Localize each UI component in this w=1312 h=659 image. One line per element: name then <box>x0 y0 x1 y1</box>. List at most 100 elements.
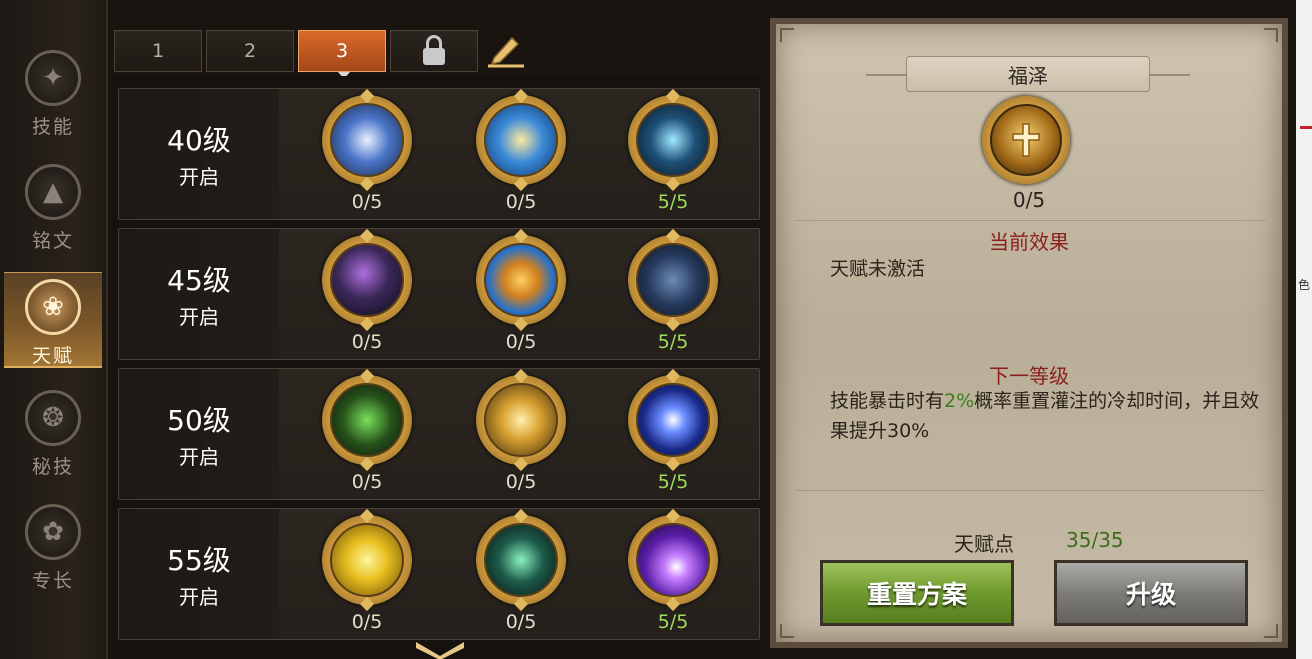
browser-edge <box>1296 0 1312 659</box>
talent-grid: 40级 开启 0/5 0/5 5/5 45级 开启 0/5 0/5 5/5 50… <box>112 76 762 659</box>
talent-row: 50级 开启 0/5 0/5 5/5 <box>118 368 760 500</box>
talent-progress: 0/5 <box>505 331 537 353</box>
reset-plan-button[interactable]: 重置方案 <box>820 560 1014 626</box>
shadow-figure-icon <box>636 103 710 177</box>
level-label: 55级 <box>167 543 231 577</box>
nav-item-label: 秘技 <box>31 456 74 478</box>
unlock-label: 开启 <box>179 584 219 609</box>
talent-slot[interactable]: 5/5 <box>623 235 723 359</box>
golden-angel-icon <box>484 383 558 457</box>
purple-orb-icon <box>636 523 710 597</box>
blue-vortex-icon <box>636 383 710 457</box>
divider <box>866 74 906 76</box>
selected-talent-icon-frame <box>982 96 1070 184</box>
talent-points-label: 天赋点 <box>954 532 1014 556</box>
talent-name: 福泽 <box>906 56 1150 92</box>
talent-progress: 0/5 <box>1012 188 1046 212</box>
current-effect-text: 天赋未激活 <box>830 258 926 280</box>
triangle-sigil-icon: ▲ <box>25 164 81 220</box>
winged-shield-icon <box>484 103 558 177</box>
talent-slot[interactable]: 0/5 <box>317 375 417 499</box>
side-nav: ✦ 技能 ▲ 铭文 ❀ 天赋 ❂ 秘技 ✿ 专长 <box>0 0 108 659</box>
tab-preset-locked[interactable] <box>390 30 478 72</box>
dark-sorceress-icon <box>330 243 404 317</box>
talent-slot[interactable]: 0/5 <box>471 235 571 359</box>
unlock-label: 开启 <box>179 444 219 469</box>
level-label: 45级 <box>167 263 231 297</box>
frame-corner <box>1264 28 1278 42</box>
talent-progress: 0/5 <box>505 191 537 213</box>
edge-text: 色 <box>1298 278 1311 292</box>
talent-slot[interactable]: 5/5 <box>623 515 723 639</box>
talent-detail-panel: 福泽 0/5 当前效果 天赋未激活 下一等级 技能暴击时有2%概率重置灌注的冷却… <box>770 18 1288 648</box>
talent-progress: 0/5 <box>351 191 383 213</box>
book-icon: ✦ <box>25 50 81 106</box>
talent-progress: 0/5 <box>505 471 537 493</box>
level-requirement: 50级 开启 <box>119 369 279 499</box>
golden-shield-icon <box>484 243 558 317</box>
nav-item-label: 专长 <box>31 570 74 592</box>
talent-row: 55级 开启 0/5 0/5 5/5 <box>118 508 760 640</box>
talent-slot[interactable]: 0/5 <box>317 95 417 219</box>
talent-row: 40级 开启 0/5 0/5 5/5 <box>118 88 760 220</box>
hooded-mage-icon <box>636 243 710 317</box>
level-requirement: 45级 开启 <box>119 229 279 359</box>
talent-slot[interactable]: 5/5 <box>623 95 723 219</box>
talent-slot[interactable]: 0/5 <box>317 515 417 639</box>
level-requirement: 55级 开启 <box>119 509 279 639</box>
tab-preset-3[interactable]: 3 <box>298 30 386 79</box>
unlock-label: 开启 <box>179 164 219 189</box>
divider <box>796 220 1266 221</box>
talent-progress: 5/5 <box>657 191 689 213</box>
green-warrior-icon <box>330 383 404 457</box>
tab-label: 3 <box>335 40 349 62</box>
lotus-icon: ❀ <box>25 279 81 335</box>
next-level-title: 下一等级 <box>989 364 1069 388</box>
rename-button[interactable] <box>486 32 526 68</box>
talent-progress: 5/5 <box>657 331 689 353</box>
talent-progress: 0/5 <box>351 611 383 633</box>
level-requirement: 40级 开启 <box>119 89 279 219</box>
golden-heart-icon <box>330 523 404 597</box>
tab-label: 2 <box>243 40 257 62</box>
talent-progress: 5/5 <box>657 611 689 633</box>
talent-slot[interactable]: 0/5 <box>471 95 571 219</box>
tab-preset-2[interactable]: 2 <box>206 30 294 72</box>
talent-progress: 0/5 <box>505 611 537 633</box>
button-label: 重置方案 <box>866 580 967 609</box>
nav-item-talents[interactable]: ❀ 天赋 <box>4 272 102 368</box>
talent-row: 45级 开启 0/5 0/5 5/5 <box>118 228 760 360</box>
talent-slot[interactable]: 0/5 <box>471 515 571 639</box>
lock-icon <box>423 34 445 65</box>
level-label: 50级 <box>167 403 231 437</box>
nav-item-label: 天赋 <box>31 345 74 367</box>
tab-label: 1 <box>151 40 165 62</box>
frame-corner <box>1264 624 1278 638</box>
talent-progress: 5/5 <box>657 471 689 493</box>
frame-corner <box>780 28 794 42</box>
talent-progress: 0/5 <box>351 471 383 493</box>
edge-marker <box>1300 126 1312 129</box>
nav-item-skills[interactable]: ✦ 技能 <box>4 44 102 140</box>
tab-preset-1[interactable]: 1 <box>114 30 202 72</box>
frame-corner <box>780 624 794 638</box>
talent-slot[interactable]: 0/5 <box>471 375 571 499</box>
next-text-highlight: 2% <box>944 390 975 412</box>
talent-slot[interactable]: 0/5 <box>317 235 417 359</box>
lightning-body-icon <box>330 103 404 177</box>
upgrade-button[interactable]: 升级 <box>1054 560 1248 626</box>
nav-item-secret-arts[interactable]: ❂ 秘技 <box>4 384 102 480</box>
green-spirit-icon <box>484 523 558 597</box>
chevron-down-icon[interactable] <box>414 640 466 659</box>
flower-crest-icon: ✿ <box>25 504 81 560</box>
nav-item-label: 技能 <box>31 116 74 138</box>
current-effect-title: 当前效果 <box>989 230 1069 254</box>
nav-item-specialty[interactable]: ✿ 专长 <box>4 498 102 594</box>
talent-slot[interactable]: 5/5 <box>623 375 723 499</box>
next-level-text: 技能暴击时有2%概率重置灌注的冷却时间，并且效果提升30% <box>830 386 1260 446</box>
talent-progress: 0/5 <box>351 331 383 353</box>
golden-cross-icon <box>990 104 1062 176</box>
nav-item-inscriptions[interactable]: ▲ 铭文 <box>4 158 102 254</box>
divider <box>1150 74 1190 76</box>
level-label: 40级 <box>167 123 231 157</box>
